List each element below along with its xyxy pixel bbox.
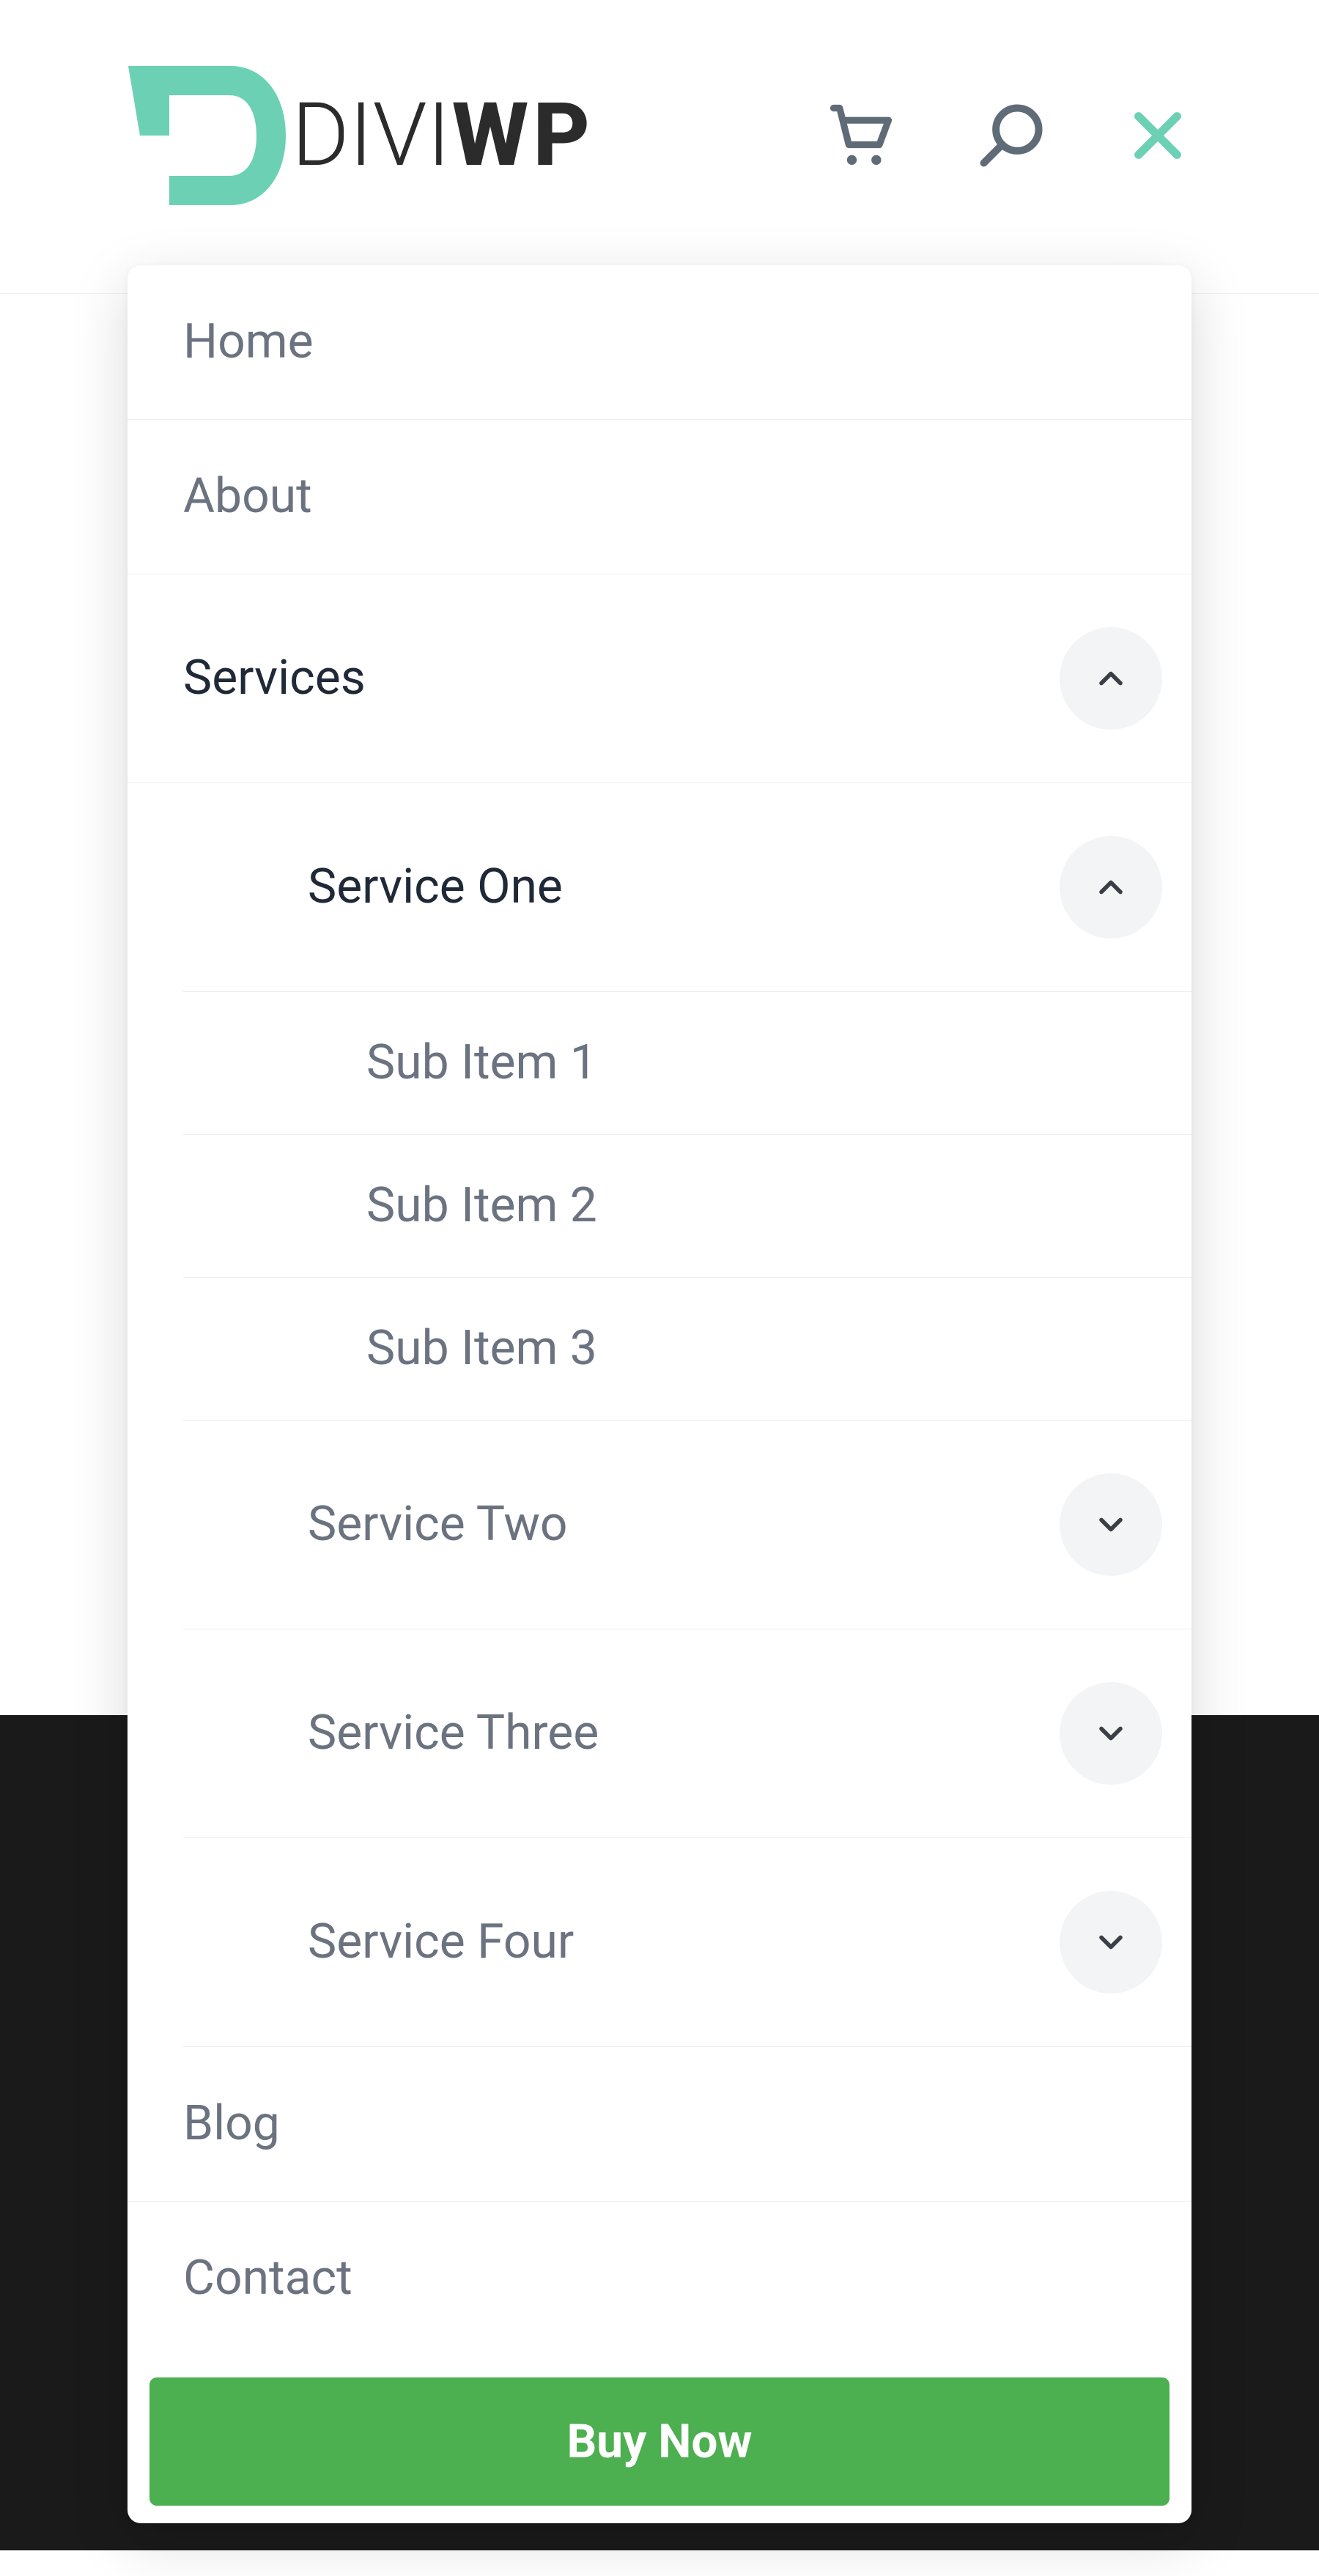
- site-header: DIVIWP: [0, 0, 1319, 294]
- menu-item-label: Blog: [183, 2100, 280, 2148]
- cta-row: Buy Now: [128, 2355, 1191, 2506]
- buy-now-label: Buy Now: [566, 2414, 752, 2469]
- menu-item-label: Service One: [308, 863, 563, 911]
- search-icon[interactable]: [975, 99, 1048, 172]
- brand-logo-text: DIVIWP: [292, 92, 594, 179]
- menu-item-label: Services: [183, 654, 366, 703]
- menu-item-label: Service Two: [308, 1500, 568, 1549]
- menu-item-label: Service Four: [308, 1918, 574, 1966]
- submenu-sub-item-1[interactable]: Sub Item 1: [183, 992, 1191, 1135]
- menu-item-label: Sub Item 3: [366, 1325, 597, 1373]
- menu-item-about[interactable]: About: [128, 420, 1191, 574]
- menu-item-home[interactable]: Home: [128, 265, 1191, 420]
- header-icons: [824, 99, 1191, 172]
- brand-logo-text-bold: WP: [452, 84, 594, 187]
- menu-item-services[interactable]: Services: [128, 574, 1191, 783]
- submenu-item-service-two[interactable]: Service Two: [183, 1421, 1191, 1629]
- chevron-up-icon[interactable]: [1060, 627, 1162, 730]
- submenu-item-service-one[interactable]: Service One: [183, 783, 1191, 992]
- buy-now-button[interactable]: Buy Now: [149, 2377, 1170, 2506]
- menu-item-contact[interactable]: Contact: [128, 2202, 1191, 2355]
- chevron-down-icon[interactable]: [1060, 1473, 1162, 1576]
- close-icon[interactable]: [1125, 103, 1191, 169]
- menu-item-label: Sub Item 2: [366, 1182, 597, 1230]
- menu-item-label: Service Three: [308, 1709, 599, 1758]
- brand-logo-text-light: DIVI: [292, 84, 451, 187]
- brand-logo-mark: [128, 66, 286, 205]
- submenu-item-service-three[interactable]: Service Three: [183, 1629, 1191, 1838]
- brand-logo[interactable]: DIVIWP: [128, 66, 594, 205]
- mobile-menu-panel: Home About Services Service One Sub Item…: [128, 265, 1191, 2523]
- menu-item-label: Sub Item 1: [366, 1039, 597, 1087]
- submenu-item-service-four[interactable]: Service Four: [183, 1838, 1191, 2047]
- submenu-sub-item-3[interactable]: Sub Item 3: [183, 1278, 1191, 1421]
- menu-item-blog[interactable]: Blog: [128, 2047, 1191, 2202]
- menu-item-label: Contact: [183, 2254, 352, 2303]
- menu-item-label: About: [183, 473, 312, 521]
- chevron-down-icon[interactable]: [1060, 1891, 1162, 1994]
- chevron-down-icon[interactable]: [1060, 1682, 1162, 1785]
- chevron-up-icon[interactable]: [1060, 836, 1162, 939]
- menu-item-label: Home: [183, 318, 314, 366]
- submenu-sub-item-2[interactable]: Sub Item 2: [183, 1135, 1191, 1278]
- cart-icon[interactable]: [824, 99, 898, 172]
